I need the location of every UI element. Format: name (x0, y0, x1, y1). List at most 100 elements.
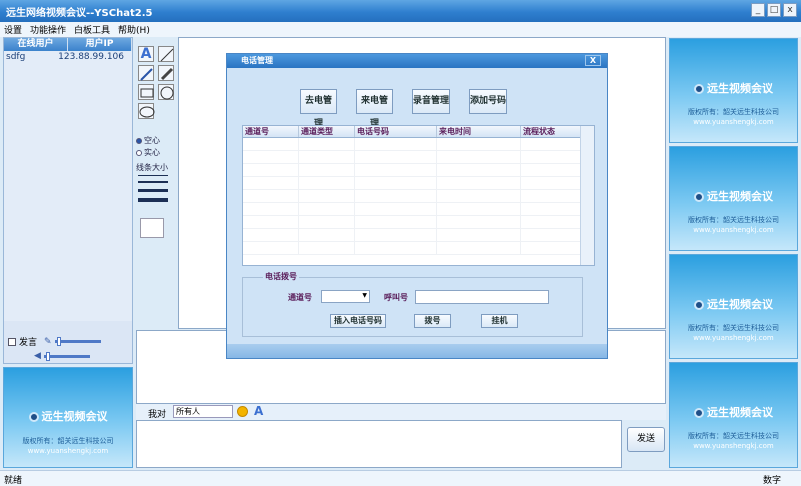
maximize-button[interactable]: □ (767, 3, 781, 17)
emoji-icon[interactable] (237, 406, 248, 417)
line-size-medium[interactable] (138, 181, 168, 183)
hollow-mode-radio[interactable]: 空心 (136, 135, 160, 146)
add-number-button[interactable]: 添加号码 (469, 89, 507, 114)
table-row[interactable] (243, 242, 594, 255)
brush-tool-icon[interactable] (158, 65, 174, 81)
column-header[interactable]: 电话号码 (355, 126, 437, 137)
url-text: www.yuanshengkj.com (693, 334, 774, 342)
font-icon[interactable]: A (254, 404, 263, 418)
url-text: www.yuanshengkj.com (27, 447, 109, 455)
user-list-header: 在线用户 用户IP (4, 38, 132, 51)
rectangle-tool-icon[interactable] (138, 84, 154, 100)
incoming-calls-button[interactable]: 来电管理 (356, 89, 393, 129)
radio-indicator (136, 137, 142, 144)
recordings-button[interactable]: 录音管理 (412, 89, 450, 114)
table-row[interactable] (243, 151, 594, 164)
speaker-icon: ◀ (34, 351, 41, 361)
table-scrollbar[interactable] (580, 126, 594, 265)
radio-indicator (136, 149, 142, 156)
send-button[interactable]: 发送 (627, 427, 665, 452)
minimize-button[interactable]: _ (751, 3, 765, 17)
call-records-table[interactable]: 通道号 通道类型 电话号码 来电时间 流程状态 (242, 125, 595, 266)
table-header: 通道号 通道类型 电话号码 来电时间 流程状态 (243, 126, 594, 138)
brand-text: 远生视频会议 (707, 298, 773, 311)
to-label: 我对 (148, 410, 167, 420)
text-tool-icon[interactable]: A (138, 46, 154, 62)
brand-text: 远生视频会议 (707, 82, 773, 95)
recipient-select[interactable]: 所有人 (173, 405, 233, 418)
dialog-title: 电话管理 (241, 56, 273, 65)
column-header[interactable]: 流程状态 (521, 126, 581, 137)
chat-toolbar: 我对 所有人 A (136, 404, 666, 420)
channel-label: 通道号 (288, 293, 312, 302)
table-row[interactable] (243, 177, 594, 190)
column-header[interactable]: 通道号 (243, 126, 299, 137)
camera-icon (694, 192, 704, 202)
audio-controls: 发言 ✎ ◀ (8, 335, 101, 364)
status-num: 数字 (763, 476, 782, 486)
column-user-ip[interactable]: 用户IP (68, 38, 132, 51)
copyright-text: 版权所有：韶关远生科技公司 (688, 108, 779, 116)
menu-functions[interactable]: 功能操作 (26, 22, 70, 37)
solid-mode-radio[interactable]: 实心 (136, 147, 160, 158)
line-size-heavy[interactable] (138, 198, 168, 202)
outgoing-calls-button[interactable]: 去电管理 (300, 89, 337, 129)
status-ready: 就绪 (4, 476, 23, 486)
menu-whiteboard-tools[interactable]: 白板工具 (70, 22, 114, 37)
dialog-close-button[interactable]: X (585, 55, 601, 66)
local-video-tile: 远生视频会议 版权所有：韶关远生科技公司 www.yuanshengkj.com (3, 367, 133, 468)
whiteboard-toolbar: A 空心 实心 线条大小 (136, 42, 176, 342)
table-row[interactable] (243, 190, 594, 203)
column-header[interactable]: 通道类型 (299, 126, 355, 137)
line-tool-icon[interactable] (158, 46, 174, 62)
close-button[interactable]: x (783, 3, 797, 17)
user-name: sdfg (6, 52, 26, 62)
user-ip: 123.88.99.106 (58, 52, 124, 62)
dialog-title-bar: 电话管理 X (227, 54, 607, 68)
user-list[interactable]: sdfg 123.88.99.106 (4, 51, 132, 321)
dialog-footer (227, 344, 607, 358)
ellipse-tool-icon[interactable] (138, 103, 155, 119)
brand-text: 远生视频会议 (707, 190, 773, 203)
menu-settings[interactable]: 设置 (0, 22, 26, 37)
speak-checkbox[interactable] (8, 337, 16, 346)
dial-group: 电话拨号 (242, 271, 583, 337)
microphone-volume-slider[interactable] (54, 337, 101, 346)
copyright-text: 版权所有：韶关远生科技公司 (688, 432, 779, 440)
color-picker[interactable] (140, 218, 164, 238)
microphone-icon: ✎ (44, 336, 52, 347)
insert-number-button[interactable]: 插入电话号码 (330, 314, 386, 328)
circle-tool-icon[interactable] (158, 84, 174, 100)
brand-text: 远生视频会议 (41, 410, 108, 423)
pen-tool-icon[interactable] (138, 65, 154, 81)
menu-help[interactable]: 帮助(H) (114, 22, 154, 37)
camera-icon (28, 412, 39, 422)
line-size-thick[interactable] (138, 189, 168, 192)
remote-video-tile-3: 远生视频会议 版权所有：韶关远生科技公司 www.yuanshengkj.com (669, 254, 798, 359)
hang-up-button[interactable]: 挂机 (481, 314, 518, 328)
url-text: www.yuanshengkj.com (693, 442, 774, 450)
camera-icon (694, 84, 704, 94)
status-bar: 就绪 数字 (0, 470, 801, 486)
speaker-volume-slider[interactable] (43, 351, 90, 361)
dial-button[interactable]: 拨号 (414, 314, 451, 328)
chat-input[interactable] (136, 420, 622, 468)
table-row[interactable] (243, 164, 594, 177)
phone-management-dialog: 电话管理 X 去电管理 来电管理 录音管理 添加号码 通道号 通道类型 电话号码… (226, 53, 608, 359)
hollow-mode-label: 空心 (144, 136, 160, 145)
column-online-user[interactable]: 在线用户 (4, 38, 68, 51)
menu-bar: 设置 功能操作 白板工具 帮助(H) (0, 22, 801, 37)
table-row[interactable] (243, 138, 594, 151)
window-title: 远生网络视频会议--YSChat2.5 (6, 8, 153, 19)
copyright-text: 版权所有：韶关远生科技公司 (688, 324, 779, 332)
user-list-panel: 在线用户 用户IP sdfg 123.88.99.106 发言 ✎ ◀ (3, 37, 133, 364)
table-row[interactable] (243, 229, 594, 242)
column-header[interactable]: 来电时间 (437, 126, 521, 137)
table-row[interactable] (243, 216, 594, 229)
table-row[interactable] (243, 203, 594, 216)
channel-select[interactable]: ▼ (321, 290, 370, 303)
line-size-thin[interactable] (138, 175, 168, 176)
copyright-text: 版权所有：韶关远生科技公司 (688, 216, 779, 224)
call-number-input[interactable] (415, 290, 549, 304)
list-item[interactable]: sdfg 123.88.99.106 (4, 51, 132, 63)
